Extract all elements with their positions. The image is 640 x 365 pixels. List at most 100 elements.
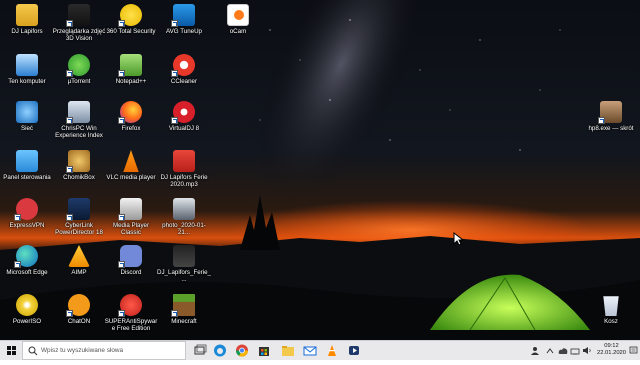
control-panel-icon: [16, 150, 38, 172]
shortcut-arrow-icon: [66, 214, 73, 221]
mpc-icon: [118, 198, 142, 221]
system-tray: 09:12 22.01.2020: [520, 341, 640, 360]
desktop-icon-firefox[interactable]: Firefox: [104, 101, 158, 132]
desktop-icon-chrispc[interactable]: ChrisPC Win Experience Index: [52, 101, 106, 139]
desktop-icon-siec[interactable]: Sieć: [0, 101, 54, 132]
shortcut-arrow-icon: [118, 310, 125, 317]
desktop-icon-expressvpn[interactable]: ExpressVPN: [0, 198, 54, 229]
desktop-icon-notepad-plus[interactable]: Notepad++: [104, 54, 158, 85]
search-placeholder: Wpisz tu wyszukiwane słowa: [41, 347, 124, 354]
desktop-icon-panel-sterowania[interactable]: Panel sterowania: [0, 150, 54, 181]
shortcut-arrow-icon: [66, 166, 73, 173]
taskbar-edge-icon[interactable]: [212, 343, 228, 358]
shortcut-arrow-icon: [14, 261, 21, 268]
taskbar-vlc-icon[interactable]: [324, 343, 340, 358]
desktop-icon-avg-tuneup[interactable]: AVG TuneUp: [157, 4, 211, 35]
network-wifi-icon[interactable]: [570, 346, 580, 355]
shortcut-arrow-icon: [66, 117, 73, 124]
hp8-exe-icon: [598, 101, 622, 124]
discord-icon: [118, 245, 142, 268]
taskbar-clock[interactable]: 09:12 22.01.2020: [597, 343, 626, 357]
desktop-icon-cyberlink[interactable]: CyberLink PowerDirector 18: [52, 198, 106, 236]
chrispc-icon: [66, 101, 90, 124]
shortcut-arrow-icon: [118, 214, 125, 221]
shortcut-arrow-icon: [118, 117, 125, 124]
taskbar-powerdirector-icon[interactable]: [346, 343, 362, 358]
desktop-icon-dj-lapifors-ferie[interactable]: DJ_Lapifors_Ferie_...: [157, 245, 211, 283]
chevron-up-icon[interactable]: [546, 347, 554, 355]
nvidia-3d-vision-icon: [66, 4, 90, 27]
taskbar: Wpisz tu wyszukiwane słowa 09:12 22.01.2…: [0, 340, 640, 360]
start-button[interactable]: [0, 341, 22, 360]
desktop[interactable]: DJ Lapifors Ten komputer Sieć Panel ster…: [0, 0, 640, 340]
shortcut-arrow-icon: [66, 70, 73, 77]
firefox-icon: [118, 101, 142, 124]
people-icon[interactable]: [530, 346, 540, 356]
desktop-icon-chaton[interactable]: ChatON: [52, 294, 106, 325]
taskbar-chrome-icon[interactable]: [234, 343, 250, 358]
desktop-icon-hp8-shortcut[interactable]: hp8.exe — skrót: [584, 101, 638, 132]
desktop-icon-kosz[interactable]: Kosz: [584, 294, 638, 325]
poweriso-disc-icon: [16, 294, 38, 316]
expressvpn-icon: [14, 198, 38, 221]
chomikbox-icon: [66, 150, 90, 173]
search-icon: [28, 346, 38, 356]
shortcut-arrow-icon: [598, 117, 605, 124]
shortcut-arrow-icon: [66, 20, 73, 27]
desktop-icon-discord[interactable]: Discord: [104, 245, 158, 276]
notepad-plus-icon: [118, 54, 142, 77]
windows-logo-icon: [7, 346, 16, 355]
taskbar-file-explorer-icon[interactable]: [280, 343, 296, 358]
desktop-icon-dj-lapifors[interactable]: DJ Lapifors: [0, 4, 54, 35]
desktop-icon-ocam[interactable]: oCam: [211, 4, 265, 35]
desktop-icon-superantispyware[interactable]: SUPERAntiSpyware Free Edition: [104, 294, 158, 332]
network-icon: [16, 101, 38, 123]
desktop-icon-media-player-classic[interactable]: Media Player Classic: [104, 198, 158, 236]
desktop-icon-chomikbox[interactable]: ChomikBox: [52, 150, 106, 181]
shortcut-arrow-icon: [118, 20, 125, 27]
minecraft-grass-block-icon: [171, 294, 195, 317]
taskbar-store-icon[interactable]: [256, 343, 272, 358]
photo-thumbnail-icon: [173, 198, 195, 220]
desktop-icon-minecraft[interactable]: Minecraft: [157, 294, 211, 325]
desktop-icon-poweriso[interactable]: PowerISO: [0, 294, 54, 325]
desktop-icon-virtualdj[interactable]: VirtualDJ 8: [157, 101, 211, 132]
avg-tuneup-icon: [171, 4, 195, 27]
desktop-icon-vlc[interactable]: VLC media player: [104, 150, 158, 181]
360-security-icon: [118, 4, 142, 27]
mp3-file-icon: [173, 150, 195, 172]
shortcut-arrow-icon: [66, 310, 73, 317]
speaker-volume-icon[interactable]: [582, 346, 592, 355]
desktop-icon-aimp[interactable]: AIMP: [52, 245, 106, 276]
notifications-icon[interactable]: [629, 346, 638, 355]
desktop-icon-ten-komputer[interactable]: Ten komputer: [0, 54, 54, 85]
search-box[interactable]: Wpisz tu wyszukiwane słowa: [22, 341, 186, 360]
taskbar-mail-icon[interactable]: [302, 343, 318, 358]
virtualdj-icon: [171, 101, 195, 124]
edge-icon: [14, 245, 38, 268]
clock-date: 22.01.2020: [596, 350, 626, 356]
video-thumbnail-icon: [173, 245, 195, 267]
aimp-triangle-icon: [68, 245, 90, 267]
desktop-icon-360-total-security[interactable]: 360 Total Security: [104, 4, 158, 35]
chaton-icon: [66, 294, 90, 317]
desktop-icon-przegladarka-3d[interactable]: Przeglądarka zdjęć 3D Vision: [52, 4, 106, 42]
desktop-icon-microsoft-edge[interactable]: Microsoft Edge: [0, 245, 54, 276]
task-view-icon[interactable]: [192, 343, 208, 358]
shortcut-arrow-icon: [14, 214, 21, 221]
superantispyware-icon: [118, 294, 142, 317]
desktop-icon-ccleaner[interactable]: CCleaner: [157, 54, 211, 85]
utorrent-icon: [66, 54, 90, 77]
computer-icon: [16, 54, 38, 76]
mouse-cursor-icon: [453, 232, 463, 246]
desktop-icon-utorrent[interactable]: µTorrent: [52, 54, 106, 85]
onedrive-cloud-icon[interactable]: [558, 347, 568, 355]
ocam-record-dot-icon: [234, 10, 244, 20]
shortcut-arrow-icon: [118, 70, 125, 77]
powerdirector-icon: [66, 198, 90, 221]
shortcut-arrow-icon: [171, 70, 178, 77]
desktop-icon-photo[interactable]: photo_2020-01-21...: [157, 198, 211, 236]
desktop-icon-mp3-file[interactable]: DJ Lapifors Ferie 2020.mp3: [157, 150, 211, 188]
vlc-cone-icon: [123, 150, 139, 172]
shortcut-arrow-icon: [171, 20, 178, 27]
